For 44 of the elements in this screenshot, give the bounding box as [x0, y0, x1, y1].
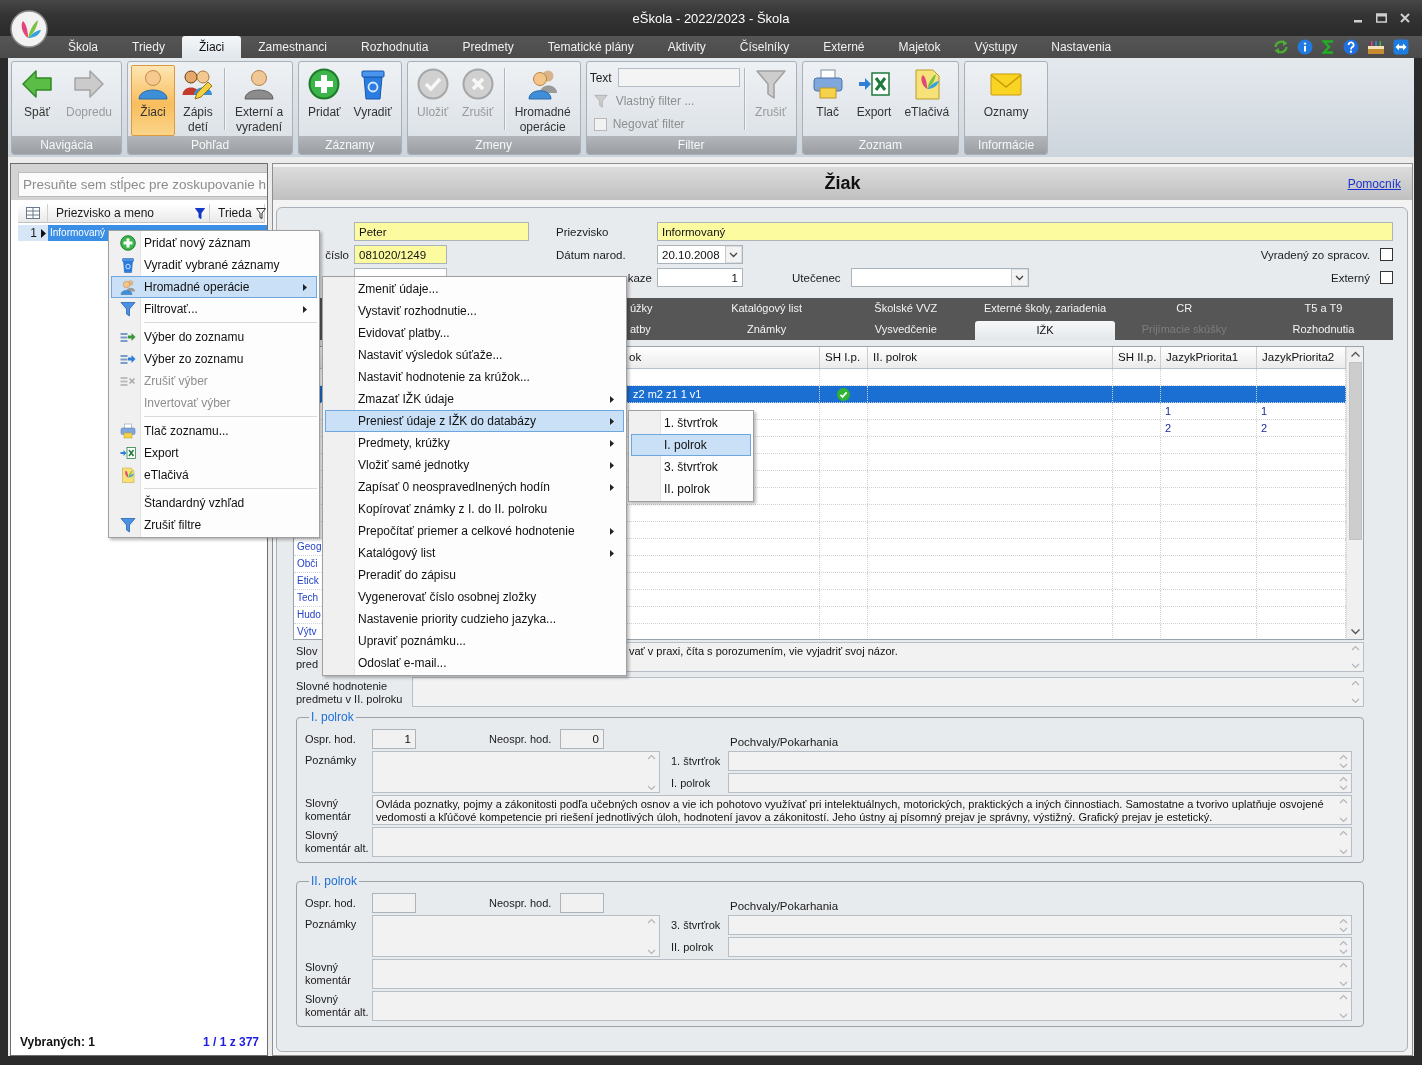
panel-title: Žiak — [824, 173, 861, 194]
checkbox-label: Vyradený zo spracov. — [1260, 248, 1370, 261]
field-label: Neospr. hod. — [489, 733, 553, 745]
group-title: Informácie — [965, 136, 1048, 154]
field-label: Dátum narod. — [556, 248, 626, 261]
filter-label: Text — [589, 70, 612, 85]
record-position: 1 / 1 z 377 — [202, 1035, 259, 1049]
field-label: Slovný komentár alt. — [305, 993, 370, 1019]
field-label: Slovný komentár alt. — [305, 829, 370, 855]
field-label: 1. štvrťrok — [671, 754, 722, 768]
group-title: Pohľad — [128, 136, 293, 154]
section-label: Pochvaly/Pokarhania — [729, 899, 839, 913]
field-label: II. polrok — [671, 940, 715, 954]
group-title: Navigácia — [12, 136, 122, 154]
group-title: Filter — [586, 136, 796, 154]
field-label: Ospr. hod. — [305, 732, 357, 746]
field-label: Utečenec — [792, 271, 841, 284]
table-cell: 2 — [1161, 420, 1257, 436]
checkbox-label: Externý — [1331, 271, 1370, 284]
field-label: Poznámky — [305, 918, 358, 931]
field-label: Slov pred — [296, 645, 319, 670]
section-label: Pochvaly/Pokarhania — [729, 735, 839, 749]
table-cell: 1 — [1161, 403, 1257, 419]
selection-count: Vybraných: 1 — [20, 1035, 95, 1049]
group-title: Zoznam — [802, 136, 959, 154]
group-title: Zmeny — [407, 136, 580, 154]
field-label: Neospr. hod. — [489, 897, 553, 909]
group-box-title: I. polrok — [310, 710, 355, 724]
field-label: Ospr. hod. — [305, 896, 357, 910]
field-label: I. polrok — [671, 776, 712, 790]
field-label: Priezvisko — [556, 225, 609, 238]
checkbox-label: Negovať filter — [612, 117, 685, 132]
group-box-title: II. polrok — [310, 874, 359, 888]
table-cell-text: Informovaný — [49, 226, 107, 240]
group-title: Záznamy — [299, 136, 401, 154]
group-by-hint: Presuňte sem stĺpec pre zoskupovanie h — [18, 172, 267, 197]
field-label: 3. štvrťrok — [671, 918, 722, 932]
field-label: Poznámky — [305, 754, 358, 767]
window-title: eŠkola - 2022/2023 - Škola — [632, 10, 790, 26]
field-label: Slovný komentár — [305, 961, 352, 987]
field-label: Slovné hodnotenie predmetu v II. polroku — [296, 680, 404, 705]
field-label: Slovný komentár — [305, 797, 352, 823]
field-label: kaze — [627, 271, 653, 284]
field-label: číslo — [325, 248, 350, 261]
